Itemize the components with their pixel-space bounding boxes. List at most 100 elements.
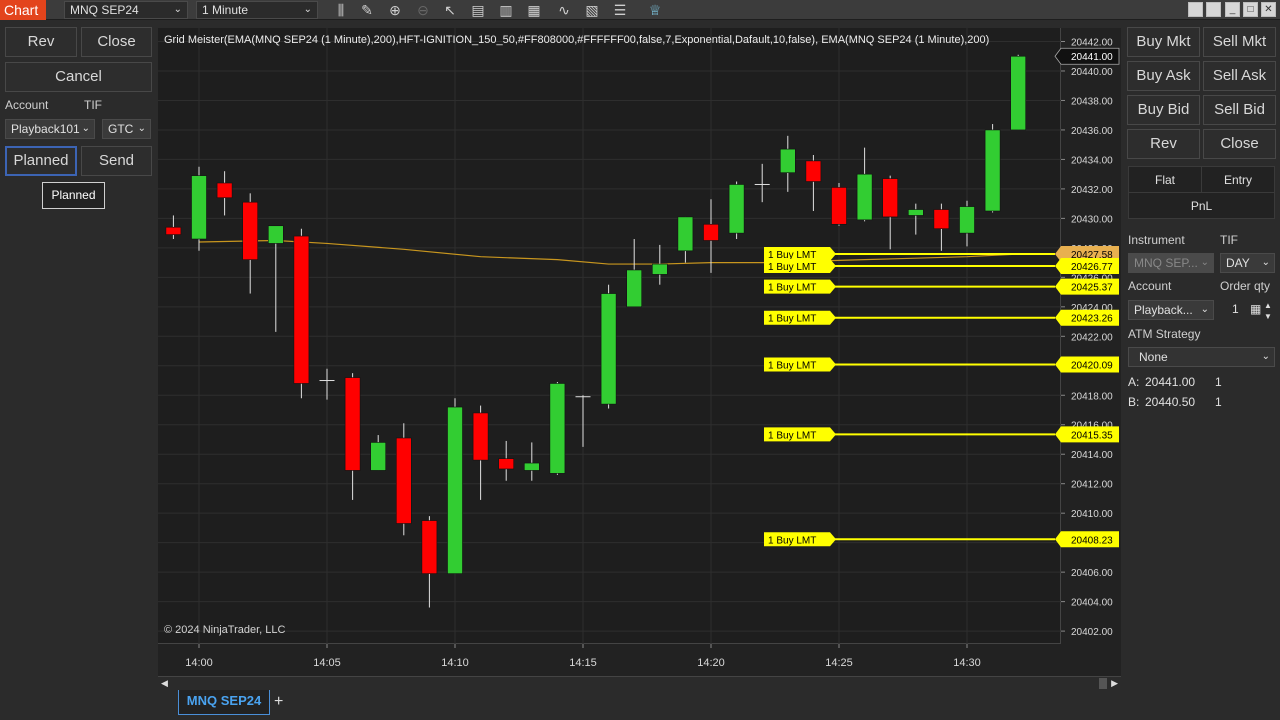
restore-icon[interactable]: [1188, 2, 1203, 17]
tif-select[interactable]: DAY ⌄: [1220, 253, 1275, 273]
candle-body: [703, 223, 719, 241]
calculator-icon[interactable]: ▦: [1250, 300, 1261, 318]
buy-limit-label: 1 Buy LMT: [768, 314, 816, 325]
bar-type-icon[interactable]: ⫼: [332, 1, 350, 19]
y-tick-label: 20404.00: [1071, 598, 1113, 609]
y-tick-label: 20418.00: [1071, 391, 1113, 402]
list-icon[interactable]: ☰: [611, 1, 629, 19]
candle-body: [779, 148, 796, 173]
candle-body: [831, 187, 847, 225]
interval-selector[interactable]: 1 Minute ⌄: [196, 1, 318, 19]
candle-body: [293, 235, 310, 384]
candle-body: [472, 412, 489, 461]
draw-icon[interactable]: ✎: [358, 1, 376, 19]
candle-body: [549, 383, 566, 474]
tab-mnq-sep24[interactable]: MNQ SEP24: [178, 690, 270, 715]
copyright-text: © 2024 NinjaTrader, LLC: [164, 624, 286, 636]
candle-body: [242, 201, 258, 260]
chart-trader-icon[interactable]: ♕: [646, 1, 664, 19]
atm-strategy-label: ATM Strategy: [1128, 327, 1201, 341]
candle-body: [498, 458, 515, 470]
y-tick-label: 20432.00: [1071, 185, 1113, 196]
data-box-icon[interactable]: ▤: [469, 1, 487, 19]
sell-bid-button[interactable]: Sell Bid: [1203, 95, 1276, 125]
y-tick-label: 20434.00: [1071, 155, 1113, 166]
chevron-down-icon: ⌄: [173, 4, 182, 15]
restore-icon[interactable]: [1206, 2, 1221, 17]
chart-scrollbar[interactable]: ◀ ▶: [158, 676, 1121, 690]
buy-market-button[interactable]: Buy Mkt: [1127, 27, 1200, 57]
ask-size: 1: [1215, 375, 1222, 389]
instrument-select[interactable]: MNQ SEP... ⌄: [1128, 253, 1214, 273]
candle-body: [165, 226, 182, 235]
bid-size: 1: [1215, 395, 1222, 409]
send-button[interactable]: Send: [81, 146, 152, 176]
decrement-icon[interactable]: ▼: [1264, 308, 1272, 326]
order-price-label: 20426.77: [1071, 262, 1113, 273]
cancel-button[interactable]: Cancel: [5, 62, 152, 92]
scroll-thumb[interactable]: [1099, 678, 1107, 689]
tif-select[interactable]: GTC ⌄: [102, 119, 151, 139]
chevron-down-icon: ⌄: [1200, 304, 1209, 315]
strategies-icon[interactable]: ▦: [525, 1, 543, 19]
buy-bid-button[interactable]: Buy Bid: [1127, 95, 1200, 125]
candle-body: [856, 173, 873, 221]
indicators-icon[interactable]: ∿: [555, 1, 573, 19]
zoom-in-icon[interactable]: ⊕: [386, 1, 404, 19]
scroll-right-icon[interactable]: ▶: [1111, 678, 1118, 689]
account-select-value: Playback101: [11, 122, 80, 136]
chevron-down-icon: ⌄: [1261, 351, 1270, 362]
price-plot[interactable]: 20442.00 20440.00 20438.00 20436.00 20434.00…: [158, 28, 1120, 669]
zoom-out-icon[interactable]: ⊖: [414, 1, 432, 19]
x-tick-label: 14:00: [185, 657, 213, 669]
x-tick-label: 14:05: [313, 657, 341, 669]
chart-tab[interactable]: Chart: [0, 0, 46, 20]
sell-market-button[interactable]: Sell Mkt: [1203, 27, 1276, 57]
y-tick-label: 20436.00: [1071, 126, 1113, 137]
rev-button[interactable]: Rev: [5, 27, 77, 57]
account-select[interactable]: Playback101 ⌄: [5, 119, 95, 139]
candle-body: [191, 175, 207, 240]
y-tick-label: 20406.00: [1071, 568, 1113, 579]
y-tick-label: 20414.00: [1071, 450, 1113, 461]
y-tick-label: 20438.00: [1071, 96, 1113, 107]
candle-body: [600, 293, 617, 405]
account-label: Account: [5, 98, 49, 112]
properties-icon[interactable]: ▧: [583, 1, 601, 19]
account-label: Account: [1128, 279, 1172, 293]
chart-area[interactable]: 20442.00 20440.00 20438.00 20436.00 20434.00…: [158, 28, 1121, 676]
close-position-button[interactable]: Close: [1203, 129, 1276, 159]
order-qty-stepper[interactable]: 1 ▦ ▲ ▼: [1220, 300, 1275, 321]
instrument-selector[interactable]: MNQ SEP24 ⌄: [64, 1, 188, 19]
y-tick-label: 20422.00: [1071, 332, 1113, 343]
chevron-down-icon: ⌄: [81, 123, 90, 134]
add-tab-button[interactable]: +: [274, 692, 290, 712]
atm-strategy-select[interactable]: None ⌄: [1128, 347, 1275, 367]
reverse-button[interactable]: Rev: [1127, 129, 1200, 159]
pnl-label: PnL: [1190, 199, 1213, 213]
pointer-icon[interactable]: ↖: [441, 1, 459, 19]
templates-icon[interactable]: ▥: [497, 1, 515, 19]
sell-ask-button[interactable]: Sell Ask: [1203, 61, 1276, 91]
buy-ask-button[interactable]: Buy Ask: [1127, 61, 1200, 91]
ema-line: [198, 239, 1019, 265]
minimize-icon[interactable]: _: [1225, 2, 1240, 17]
close-icon[interactable]: ✕: [1261, 2, 1276, 17]
y-tick-label: 20402.00: [1071, 627, 1113, 638]
account-select[interactable]: Playback... ⌄: [1128, 300, 1214, 320]
planned-button[interactable]: Planned: [5, 146, 77, 176]
candle-body: [882, 178, 899, 218]
scroll-left-icon[interactable]: ◀: [161, 678, 168, 689]
x-tick-label: 14:30: [953, 657, 981, 669]
buy-limit-label: 1 Buy LMT: [768, 262, 816, 273]
bid-price: 20440.50: [1145, 395, 1196, 409]
maximize-icon[interactable]: □: [1243, 2, 1258, 17]
order-price-label: 20425.37: [1071, 283, 1113, 294]
tif-label: TIF: [1220, 233, 1238, 247]
candle-body: [728, 184, 745, 234]
candle-body: [523, 462, 540, 471]
indicator-title: Grid Meister(EMA(MNQ SEP24 (1 Minute),20…: [164, 34, 990, 46]
close-button[interactable]: Close: [81, 27, 152, 57]
x-tick-label: 14:10: [441, 657, 469, 669]
candle-body: [677, 216, 694, 252]
